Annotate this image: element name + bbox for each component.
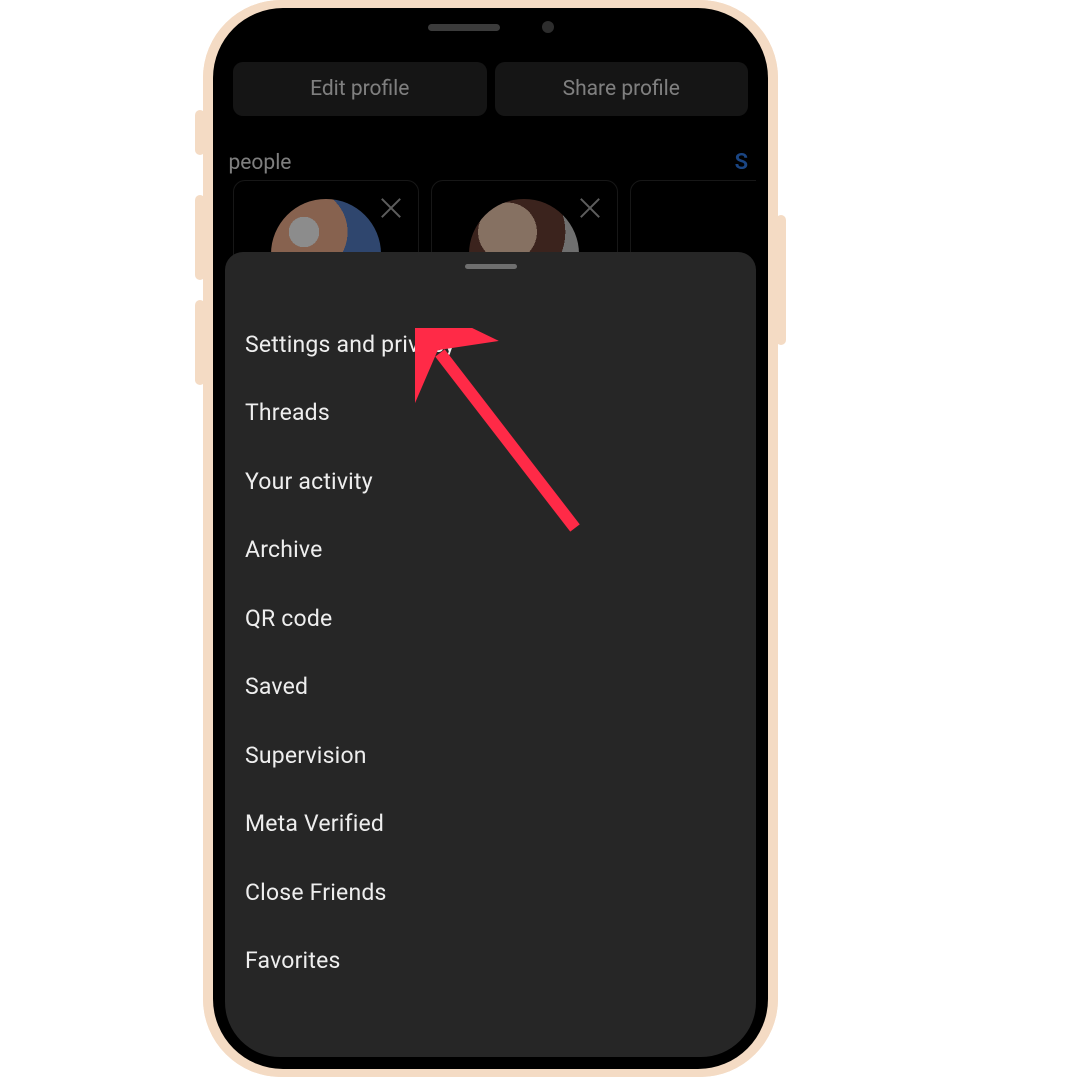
menu-item-your-activity[interactable]: Your activity [245, 447, 736, 516]
power-button [776, 215, 786, 345]
menu-item-archive[interactable]: Archive [245, 516, 736, 585]
menu-item-qr-code[interactable]: QR code [245, 584, 736, 653]
sheet-grab-handle-icon[interactable] [465, 264, 517, 269]
menu-item-saved[interactable]: Saved [245, 653, 736, 722]
front-camera-icon [542, 21, 554, 33]
discover-people-label: ver people [225, 151, 291, 175]
volume-up-button [195, 195, 205, 280]
volume-down-button [195, 300, 205, 385]
phone-screen: Edit profile Share profile ver people S [225, 20, 756, 1057]
mute-switch [195, 110, 205, 155]
speaker-grill-icon [428, 24, 500, 31]
menu-item-meta-verified[interactable]: Meta Verified [245, 790, 736, 859]
phone-mockup: Edit profile Share profile ver people S [203, 0, 778, 1077]
sheet-menu: Settings and privacyThreadsYour activity… [245, 310, 736, 1057]
close-icon[interactable] [577, 195, 603, 221]
share-profile-button[interactable]: Share profile [495, 62, 749, 116]
phone-notch [355, 8, 627, 46]
see-all-link[interactable]: S [735, 150, 748, 175]
close-icon[interactable] [378, 195, 404, 221]
menu-item-favorites[interactable]: Favorites [245, 927, 736, 996]
bottom-sheet: Settings and privacyThreadsYour activity… [225, 252, 756, 1057]
menu-item-supervision[interactable]: Supervision [245, 721, 736, 790]
menu-item-settings-and-privacy[interactable]: Settings and privacy [245, 310, 736, 379]
menu-item-close-friends[interactable]: Close Friends [245, 858, 736, 927]
menu-item-threads[interactable]: Threads [245, 379, 736, 448]
edit-profile-button[interactable]: Edit profile [233, 62, 487, 116]
